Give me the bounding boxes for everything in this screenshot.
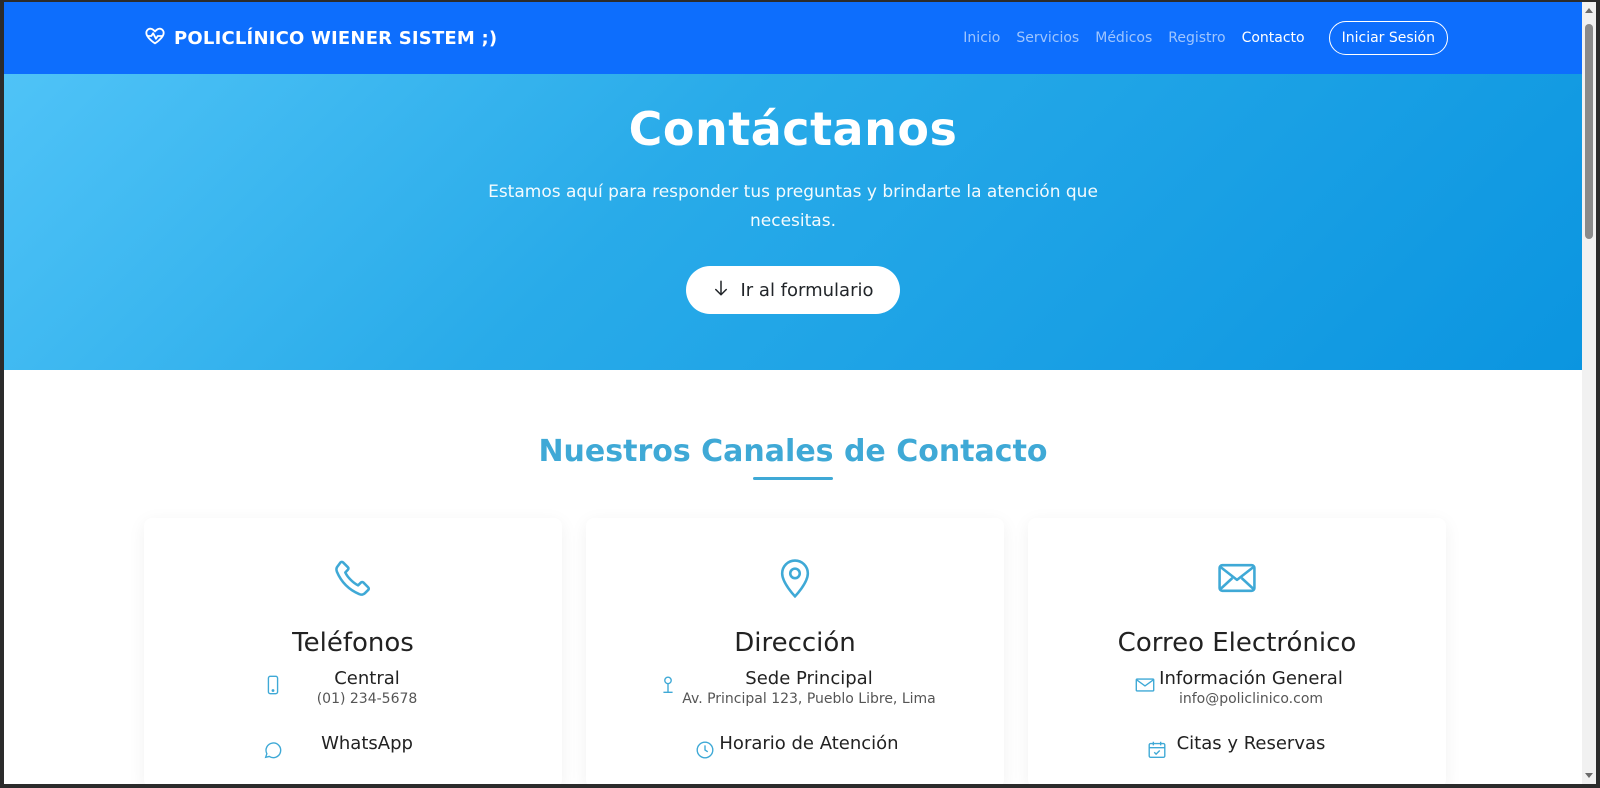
envelope-small-icon (1131, 668, 1159, 696)
calendar-check-icon (1143, 733, 1171, 761)
hero-subtitle: Estamos aquí para responder tus pregunta… (488, 182, 1098, 231)
card-telefonos: Teléfonos Central (01) 234-5678 WhatsApp (144, 518, 562, 784)
nav-link-contacto[interactable]: Contacto (1242, 30, 1305, 46)
card-correo: Correo Electrónico Información General i… (1028, 518, 1446, 784)
nav-link-registro[interactable]: Registro (1168, 30, 1225, 46)
envelope-icon (1028, 556, 1446, 604)
nav-link-inicio[interactable]: Inicio (963, 30, 1000, 46)
contact-item-central: Central (01) 234-5678 (144, 668, 562, 707)
title-underline (753, 477, 833, 480)
nav-link-servicios[interactable]: Servicios (1016, 30, 1079, 46)
mobile-icon (259, 668, 287, 696)
hero: Contáctanos Estamos aquí para responder … (4, 74, 1582, 370)
card-title: Dirección (734, 628, 856, 658)
phone-icon (144, 556, 562, 604)
map-pin-icon (586, 556, 1004, 604)
section-title: Nuestros Canales de Contacto (538, 434, 1048, 469)
card-title: Teléfonos (292, 628, 414, 658)
browser-viewport: POLICLÍNICO WIENER SISTEM ;) Inicio Serv… (4, 2, 1582, 784)
contact-item-value[interactable]: info@policlinico.com (1159, 691, 1343, 707)
go-to-form-button[interactable]: Ir al formulario (686, 266, 900, 314)
contact-item-sede: Sede Principal Av. Principal 123, Pueblo… (586, 668, 1004, 707)
contact-item-label: Horario de Atención (719, 733, 899, 754)
contact-item-label: Citas y Reservas (1176, 733, 1326, 754)
brand[interactable]: POLICLÍNICO WIENER SISTEM ;) (144, 25, 497, 52)
brand-name: POLICLÍNICO WIENER SISTEM ;) (174, 27, 498, 49)
card-direccion: Dirección Sede Principal Av. Principal 1… (586, 518, 1004, 784)
contact-item-label: WhatsApp (321, 733, 413, 754)
contact-cards: Teléfonos Central (01) 234-5678 WhatsApp… (4, 518, 1582, 784)
whatsapp-icon (259, 733, 287, 761)
contact-item-whatsapp: WhatsApp (144, 733, 562, 761)
contact-item-citas: Citas y Reservas (1028, 733, 1446, 761)
login-button[interactable]: Iniciar Sesión (1328, 21, 1448, 55)
contact-item-label: Información General (1159, 668, 1343, 689)
pin-icon (654, 668, 682, 696)
scroll-thumb[interactable] (1585, 24, 1593, 239)
contact-item-label: Central (334, 668, 400, 689)
nav-links: Inicio Servicios Médicos Registro Contac… (963, 21, 1448, 55)
navbar: POLICLÍNICO WIENER SISTEM ;) Inicio Serv… (4, 2, 1582, 74)
heart-pulse-icon (144, 25, 166, 52)
scroll-up-icon[interactable] (1585, 8, 1593, 13)
go-to-form-label: Ir al formulario (740, 279, 874, 301)
contact-item-label: Sede Principal (745, 668, 873, 689)
clock-icon (691, 733, 719, 761)
card-title: Correo Electrónico (1117, 628, 1357, 658)
nav-link-medicos[interactable]: Médicos (1095, 30, 1152, 46)
contact-item-info: Información General info@policlinico.com (1028, 668, 1446, 707)
contact-item-value[interactable]: (01) 234-5678 (287, 691, 447, 707)
hero-title: Contáctanos (628, 102, 958, 156)
contact-item-value: Av. Principal 123, Pueblo Libre, Lima (682, 691, 936, 707)
contact-channels-section: Nuestros Canales de Contacto Teléfonos C… (4, 434, 1582, 784)
arrow-down-icon (712, 279, 730, 302)
page-scrollbar[interactable] (1582, 2, 1596, 784)
contact-item-horario: Horario de Atención (586, 733, 1004, 761)
scroll-down-icon[interactable] (1585, 773, 1593, 778)
